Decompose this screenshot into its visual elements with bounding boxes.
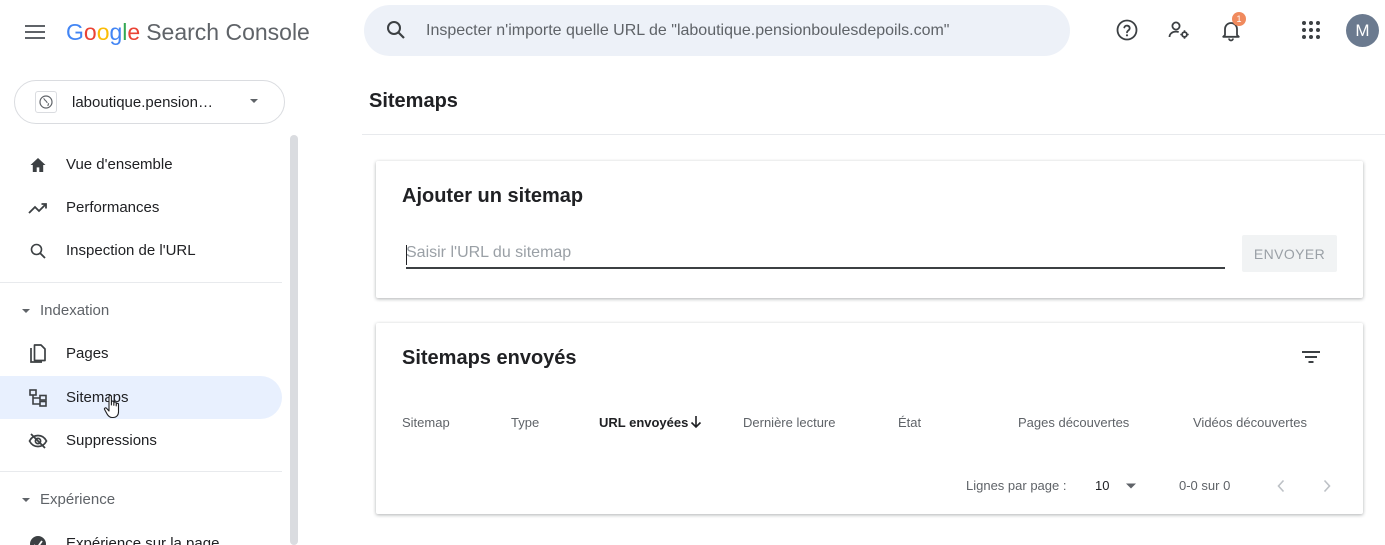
home-icon — [28, 155, 48, 175]
google-apps-button[interactable] — [1298, 17, 1324, 43]
sidebar-item-pages[interactable]: Pages — [0, 332, 282, 375]
sidebar-section-indexation[interactable]: Indexation — [0, 296, 282, 326]
logo-letter: o — [96, 18, 110, 45]
users-settings-button[interactable] — [1166, 17, 1192, 43]
sidebar-item-page-experience[interactable]: Expérience sur la page — [0, 522, 282, 545]
url-inspection-input[interactable] — [426, 18, 1046, 44]
add-sitemap-title: Ajouter un sitemap — [402, 185, 584, 207]
sidebar-section-experience[interactable]: Expérience — [0, 485, 282, 515]
logo-letter: o — [83, 18, 97, 45]
sidebar-divider — [0, 282, 282, 283]
rows-per-page-value: 10 — [1095, 478, 1110, 493]
sitemap-url-input[interactable] — [406, 239, 1225, 269]
sidebar-item-label: Performances — [66, 199, 160, 216]
submitted-sitemaps-card: Sitemaps envoyés Sitemap Type URL envoyé… — [376, 323, 1363, 514]
sidebar-item-url-inspection[interactable]: Inspection de l'URL — [0, 229, 282, 272]
sidebar-item-label: Pages — [66, 345, 109, 362]
sidebar-item-label: Vue d'ensemble — [66, 156, 173, 173]
google-search-console-logo[interactable]: Google Search Console — [66, 17, 310, 47]
sidebar-item-label: Expérience sur la page — [66, 535, 220, 545]
column-header-discovered-videos[interactable]: Vidéos découvertes — [1193, 415, 1307, 430]
globe-icon — [35, 91, 57, 113]
sidebar-scrollbar[interactable] — [290, 135, 298, 545]
logo-letter: G — [66, 18, 84, 45]
pages-icon — [28, 344, 48, 364]
column-header-last-read[interactable]: Dernière lecture — [743, 415, 836, 430]
filter-icon[interactable] — [1299, 345, 1323, 369]
sort-descending-icon[interactable] — [689, 415, 703, 429]
page-title: Sitemaps — [369, 90, 458, 112]
rows-per-page-label: Lignes par page : — [966, 478, 1067, 493]
chevron-right-icon — [1323, 479, 1331, 493]
next-page-button[interactable] — [1314, 473, 1340, 499]
column-header-discovered-pages[interactable]: Pages découvertes — [1018, 415, 1129, 430]
hand-pointer-cursor-icon — [103, 394, 120, 419]
text-cursor — [406, 245, 407, 265]
help-icon — [1116, 19, 1138, 41]
search-icon — [28, 241, 48, 261]
sidebar-divider — [0, 471, 282, 472]
sidebar-section-label: Indexation — [40, 302, 110, 319]
logo-letter: e — [127, 18, 141, 45]
header-divider — [362, 134, 1385, 135]
rows-per-page-select[interactable]: 10 — [1094, 473, 1152, 499]
collapse-arrow-icon — [22, 498, 30, 502]
url-inspection-search[interactable] — [364, 5, 1070, 56]
previous-page-button[interactable] — [1268, 473, 1294, 499]
property-selector[interactable]: laboutique.pension… — [14, 80, 285, 124]
logo-letter: g — [109, 18, 123, 45]
sidebar-section-label: Expérience — [40, 491, 116, 508]
add-sitemap-card: Ajouter un sitemap ENVOYER — [376, 161, 1363, 298]
sidebar-item-sitemaps[interactable]: Sitemaps — [0, 376, 282, 419]
account-avatar[interactable]: M — [1346, 14, 1379, 47]
help-button[interactable] — [1114, 17, 1140, 43]
product-name: Search Console — [146, 18, 310, 45]
column-header-submitted-urls[interactable]: URL envoyées — [599, 415, 688, 430]
pagination-range: 0-0 sur 0 — [1179, 478, 1231, 493]
main-menu-button[interactable] — [20, 18, 50, 46]
search-icon — [387, 21, 405, 39]
dropdown-arrow-icon — [250, 99, 258, 103]
submitted-sitemaps-title: Sitemaps envoyés — [402, 347, 577, 369]
sidebar-item-performance[interactable]: Performances — [0, 186, 282, 229]
notification-badge: 1 — [1232, 12, 1246, 26]
apps-grid-icon — [1302, 21, 1320, 39]
user-settings-icon — [1168, 21, 1189, 39]
submit-sitemap-button[interactable]: ENVOYER — [1242, 235, 1337, 272]
dropdown-arrow-icon — [1126, 483, 1136, 489]
page-experience-icon — [28, 534, 48, 545]
top-app-bar: Google Search Console 1 — [0, 0, 1385, 64]
visibility-off-icon — [28, 431, 48, 451]
sidebar-item-removals[interactable]: Suppressions — [0, 419, 282, 462]
sidebar-item-overview[interactable]: Vue d'ensemble — [0, 143, 282, 186]
column-header-sitemap[interactable]: Sitemap — [402, 415, 450, 430]
sitemap-icon — [28, 388, 48, 408]
column-header-type[interactable]: Type — [511, 415, 539, 430]
hamburger-menu-icon — [25, 25, 45, 39]
trending-up-icon — [28, 198, 48, 218]
sidebar-item-label: Suppressions — [66, 432, 157, 449]
chevron-left-icon — [1277, 479, 1285, 493]
column-header-status[interactable]: État — [898, 415, 921, 430]
sidebar-item-label: Inspection de l'URL — [66, 242, 196, 259]
collapse-arrow-icon — [22, 309, 30, 313]
property-name: laboutique.pension… — [72, 94, 213, 111]
